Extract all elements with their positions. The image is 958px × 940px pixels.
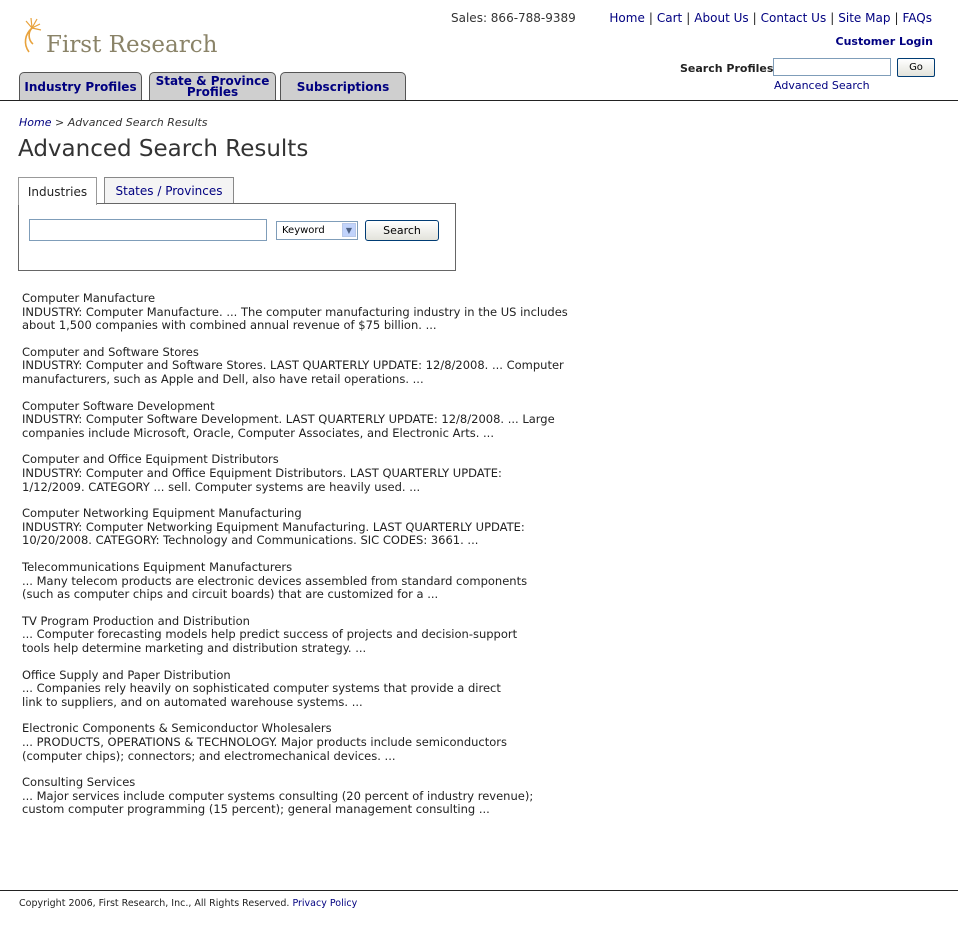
result-snippet: ... PRODUCTS, OPERATIONS & TECHNOLOGY. M… bbox=[22, 734, 508, 749]
result-snippet: (computer chips); connectors; and electr… bbox=[22, 748, 396, 763]
result-title[interactable]: Consulting Services bbox=[22, 776, 592, 790]
sunburst-logo-icon bbox=[24, 17, 42, 53]
result-title[interactable]: Computer Networking Equipment Manufactur… bbox=[22, 507, 592, 521]
result-item: Computer and Office Equipment Distributo… bbox=[22, 453, 592, 507]
result-snippet: INDUSTRY: Computer Networking Equipment … bbox=[22, 519, 525, 534]
tab-label: Subscriptions bbox=[296, 79, 390, 94]
privacy-policy-link[interactable]: Privacy Policy bbox=[292, 898, 357, 909]
go-button[interactable]: Go bbox=[897, 58, 935, 77]
top-link-site-map[interactable]: Site Map bbox=[838, 11, 890, 25]
tab-industry-profiles[interactable]: Industry Profiles bbox=[19, 72, 142, 101]
tab-label: States / Provinces bbox=[115, 183, 223, 198]
result-snippet: INDUSTRY: Computer and Software Stores. … bbox=[22, 358, 564, 373]
result-snippet: (such as computer chips and circuit boar… bbox=[22, 587, 439, 602]
result-item: Office Supply and Paper Distribution ...… bbox=[22, 668, 592, 723]
top-link-contact-us[interactable]: Contact Us bbox=[761, 11, 827, 25]
separator: | bbox=[648, 11, 653, 25]
result-item: Computer Software Development INDUSTRY: … bbox=[22, 399, 592, 454]
result-title[interactable]: Computer Software Development bbox=[22, 399, 592, 414]
result-snippet: ... Companies rely heavily on sophistica… bbox=[22, 681, 501, 696]
top-links: Home | Cart | About Us | Contact Us | Site Map | F… bbox=[609, 11, 932, 25]
logo-text: First Research bbox=[46, 32, 218, 58]
result-snippet: custom computer programming (15 percent)… bbox=[22, 802, 490, 817]
footer: Copyright 2006, First Research, Inc., Al… bbox=[19, 898, 357, 909]
result-title[interactable]: TV Program Production and Distribution bbox=[22, 614, 592, 629]
breadcrumb: Home > Advanced Search Results bbox=[19, 116, 207, 129]
result-snippet: link to suppliers, and on automated ware… bbox=[22, 694, 363, 709]
sales-phone: Sales: 866-788-9389 bbox=[451, 11, 576, 25]
separator: | bbox=[830, 11, 835, 25]
tab-states-provinces[interactable]: States / Provinces bbox=[104, 177, 234, 203]
top-link-faqs[interactable]: FAQs bbox=[903, 11, 933, 25]
tab-label: Industry Profiles bbox=[24, 79, 137, 94]
breadcrumb-current: Advanced Search Results bbox=[67, 116, 208, 129]
result-title[interactable]: Office Supply and Paper Distribution bbox=[22, 668, 592, 683]
result-item: Electronic Components & Semiconductor Wh… bbox=[22, 722, 592, 776]
result-snippet: companies include Microsoft, Oracle, Com… bbox=[22, 425, 494, 440]
result-title[interactable]: Computer and Office Equipment Distributo… bbox=[22, 453, 592, 467]
result-title[interactable]: Electronic Components & Semiconductor Wh… bbox=[22, 722, 592, 736]
result-item: Consulting Services ... Major services i… bbox=[22, 776, 592, 830]
tab-label-line2: Profiles bbox=[186, 85, 239, 99]
tab-subscriptions[interactable]: Subscriptions bbox=[280, 72, 406, 101]
chevron-down-icon: ▼ bbox=[342, 223, 356, 237]
result-item: Computer Networking Equipment Manufactur… bbox=[22, 507, 592, 561]
search-profiles-label: Search Profiles bbox=[680, 62, 774, 75]
results-list: Computer Manufacture INDUSTRY: Computer … bbox=[22, 291, 592, 830]
separator: | bbox=[686, 11, 691, 25]
customer-login-link[interactable]: Customer Login bbox=[836, 35, 934, 48]
keyword-search-input[interactable] bbox=[29, 219, 267, 241]
result-snippet: INDUSTRY: Computer Software Development.… bbox=[22, 412, 555, 427]
result-snippet: ... Major services include computer syst… bbox=[22, 788, 534, 803]
top-link-home[interactable]: Home bbox=[609, 11, 644, 25]
result-item: Computer and Software Stores INDUSTRY: C… bbox=[22, 345, 592, 400]
result-snippet: about 1,500 companies with combined annu… bbox=[22, 318, 437, 333]
result-snippet: ... Computer forecasting models help pre… bbox=[22, 627, 518, 642]
result-title[interactable]: Computer and Software Stores bbox=[22, 345, 592, 360]
result-snippet: 1/12/2009. CATEGORY ... sell. Computer s… bbox=[22, 479, 421, 494]
separator: | bbox=[894, 11, 899, 25]
result-snippet: tools help determine marketing and distr… bbox=[22, 640, 367, 655]
search-button[interactable]: Search bbox=[365, 220, 439, 241]
tab-industries[interactable]: Industries bbox=[18, 177, 97, 205]
breadcrumb-home[interactable]: Home bbox=[19, 116, 51, 129]
result-snippet: ... Many telecom products are electronic… bbox=[22, 573, 528, 588]
top-link-about-us[interactable]: About Us bbox=[694, 11, 748, 25]
result-item: Telecommunications Equipment Manufacture… bbox=[22, 560, 592, 615]
advanced-search-link[interactable]: Advanced Search bbox=[774, 79, 870, 92]
footer-divider bbox=[0, 890, 958, 891]
search-type-select[interactable]: Keyword ▼ bbox=[276, 221, 358, 240]
tab-state-province-profiles[interactable]: State & Province Profiles bbox=[149, 72, 276, 101]
separator: | bbox=[752, 11, 757, 25]
result-title[interactable]: Computer Manufacture bbox=[22, 291, 592, 306]
result-snippet: 10/20/2008. CATEGORY: Technology and Com… bbox=[22, 533, 479, 548]
result-snippet: INDUSTRY: Computer Manufacture. ... The … bbox=[22, 304, 568, 319]
header-divider bbox=[0, 100, 958, 101]
search-profiles-input[interactable] bbox=[773, 58, 891, 76]
breadcrumb-separator: > bbox=[54, 116, 65, 129]
page-title: Advanced Search Results bbox=[18, 136, 309, 162]
copyright-text: Copyright 2006, First Research, Inc., Al… bbox=[19, 898, 290, 909]
select-value: Keyword bbox=[282, 225, 325, 236]
result-snippet: INDUSTRY: Computer and Office Equipment … bbox=[22, 465, 502, 480]
result-snippet: manufacturers, such as Apple and Dell, a… bbox=[22, 371, 424, 386]
result-item: TV Program Production and Distribution .… bbox=[22, 614, 592, 669]
top-link-cart[interactable]: Cart bbox=[657, 11, 682, 25]
tab-label: Industries bbox=[27, 184, 88, 199]
result-title[interactable]: Telecommunications Equipment Manufacture… bbox=[22, 560, 592, 575]
result-item: Computer Manufacture INDUSTRY: Computer … bbox=[22, 291, 592, 346]
